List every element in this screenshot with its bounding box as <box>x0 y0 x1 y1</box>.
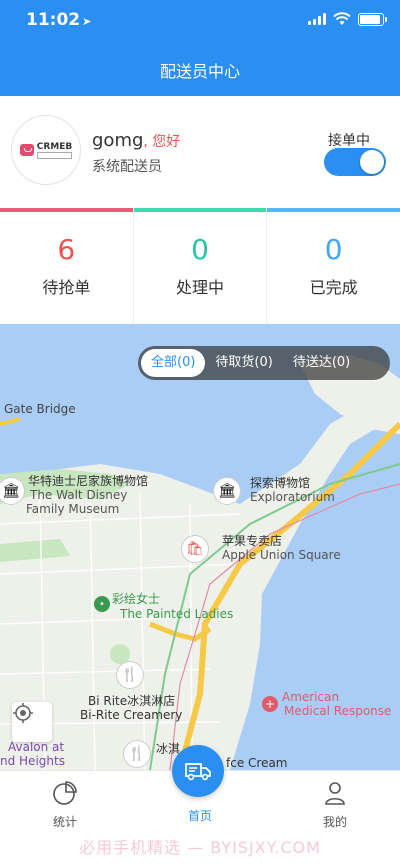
map-label: 探索博物馆 <box>250 476 311 490</box>
accepting-orders-toggle[interactable] <box>324 148 386 176</box>
app-screen: 11:02 ➤ 配送员中心 CRMEB gomg, 您好 系统配送员 接单中 6… <box>0 0 400 864</box>
stat-bar <box>133 208 267 212</box>
stat-label: 待抢单 <box>42 278 91 297</box>
clock-text: 11:02 <box>26 10 81 30</box>
logo-subtext <box>36 151 73 159</box>
map-label: Exploratorium <box>250 490 335 504</box>
crosshair-icon <box>13 703 33 723</box>
map-label: Avalon at <box>8 740 65 754</box>
tab-mine[interactable]: 我的 <box>270 771 400 830</box>
map-label: American <box>282 690 340 704</box>
avatar[interactable]: CRMEB <box>12 116 80 184</box>
map-label: fce Cream <box>226 756 288 770</box>
map-label: Medical Response <box>284 704 392 718</box>
stat-bar <box>267 208 400 212</box>
status-bar: 11:02 ➤ <box>0 0 400 40</box>
map-label: Family Museum <box>26 502 120 516</box>
status-time: 11:02 ➤ <box>26 10 91 30</box>
app-header: 11:02 ➤ 配送员中心 <box>0 0 400 96</box>
profile-card: CRMEB gomg, 您好 系统配送员 接单中 <box>0 96 400 208</box>
page-title: 配送员中心 <box>159 62 240 81</box>
park-pin-icon[interactable]: • <box>94 596 110 612</box>
tab-stats[interactable]: 统计 <box>0 771 130 830</box>
logo-mark-icon <box>19 144 34 156</box>
map-label: 华特迪士尼家族博物馆 <box>28 474 149 488</box>
restaurant-icon[interactable]: 🍴 <box>124 741 150 767</box>
greeting: , 您好 <box>143 134 181 150</box>
stat-label: 已完成 <box>309 278 358 297</box>
username-line: gomg, 您好 <box>92 130 180 151</box>
map-label: 苹果专卖店 <box>222 534 283 548</box>
hospital-pin-icon[interactable]: + <box>262 696 278 712</box>
museum-icon[interactable]: 🏛 <box>214 478 240 504</box>
stat-processing[interactable]: 0 处理中 <box>133 208 268 324</box>
delivery-map[interactable]: 🏛 🏛 🛍 🍴 🍴 Gate Bridge 华特迪士尼家族博物馆 The Wal… <box>0 324 400 770</box>
map-label: The Walt Disney <box>30 488 128 502</box>
stat-bar <box>0 208 133 212</box>
shopping-bag-icon[interactable]: 🛍 <box>182 536 208 562</box>
map-label: Bi-Rite Creamery <box>80 708 183 722</box>
tab-label: 我的 <box>322 815 347 829</box>
filter-pending-pickup[interactable]: 待取货(0) <box>205 349 282 377</box>
map-label: The Painted Ladies <box>120 607 234 621</box>
stat-pending-grab[interactable]: 6 待抢单 <box>0 208 134 324</box>
map-label: Bi Rite冰淇淋店 <box>88 694 176 708</box>
order-stats: 6 待抢单 0 处理中 0 已完成 <box>0 208 400 324</box>
locate-me-button[interactable] <box>12 702 52 742</box>
map-label: 冰淇 <box>156 742 181 756</box>
watermark: 必用手机精选 — BYISJXY.COM <box>79 838 321 857</box>
toggle-knob <box>360 150 384 174</box>
stat-value: 0 <box>191 233 209 266</box>
location-arrow-icon: ➤ <box>82 15 92 28</box>
accepting-orders-label: 接单中 <box>328 133 370 149</box>
stat-value: 0 <box>324 233 343 266</box>
filter-pending-delivery[interactable]: 待送达(0) <box>283 349 360 377</box>
map-label: 彩绘女士 <box>112 592 161 606</box>
status-icons <box>308 12 387 26</box>
username: gomg <box>92 130 144 151</box>
stat-completed[interactable]: 0 已完成 <box>267 208 400 324</box>
crmeb-logo: CRMEB <box>19 141 73 159</box>
wifi-icon <box>333 12 351 25</box>
tab-label: 统计 <box>52 815 77 829</box>
stat-value: 6 <box>57 233 76 266</box>
user-role: 系统配送员 <box>92 159 162 175</box>
user-icon <box>325 782 345 805</box>
stat-label: 处理中 <box>176 278 225 297</box>
order-filter-tabs: 全部(0) 待取货(0) 待送达(0) <box>138 346 390 380</box>
map-label: Apple Union Square <box>222 548 341 562</box>
logo-text: CRMEB <box>36 141 73 152</box>
restaurant-icon[interactable]: 🍴 <box>117 662 143 688</box>
tab-label: 首页 <box>187 809 212 823</box>
pie-chart-icon <box>53 781 77 805</box>
map-label: nd Heights <box>0 754 65 768</box>
filter-all[interactable]: 全部(0) <box>141 349 206 377</box>
battery-icon <box>358 12 387 26</box>
cellular-signal-icon <box>308 13 326 25</box>
map-label: Gate Bridge <box>4 402 76 416</box>
tab-home[interactable]: 首页 <box>135 771 265 824</box>
